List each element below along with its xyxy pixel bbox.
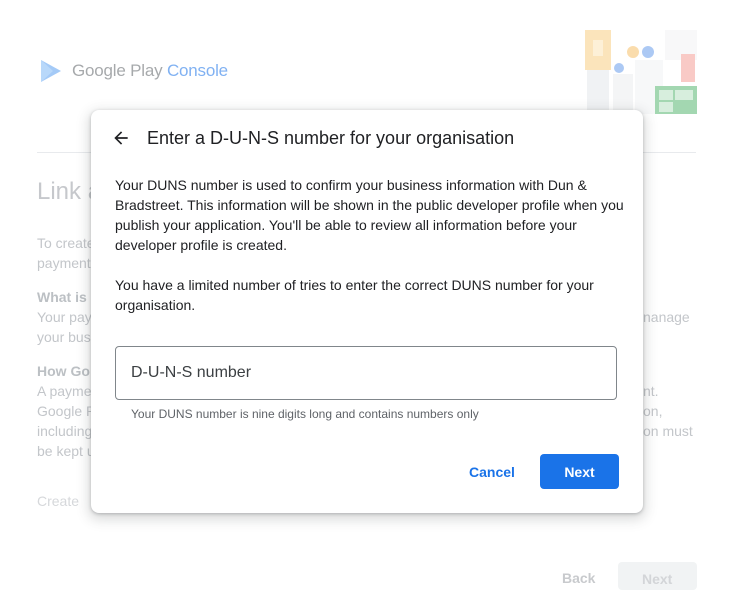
back-button[interactable] [109, 126, 133, 150]
bg-text-fragment: on, [643, 403, 663, 419]
arrow-back-icon [114, 131, 128, 145]
header-illustration [585, 30, 697, 114]
bg-text-line: including [37, 423, 93, 439]
bg-text-fragment: nanage [643, 309, 690, 325]
brand-product: Console [166, 61, 228, 80]
dialog-title: Enter a D-U-N-S number for your organisa… [147, 127, 515, 148]
bg-heading: How Go [37, 363, 90, 379]
play-logo-icon [41, 60, 61, 82]
bg-heading: What is [37, 289, 87, 305]
bg-text-line: Google P [37, 403, 96, 419]
tries-warning: You have a limited number of tries to en… [115, 277, 594, 313]
dialog-header: Enter a D-U-N-S number for your organisa… [109, 126, 514, 150]
bg-text-line: your bus [37, 329, 91, 345]
bg-text-line: A payme [37, 383, 92, 399]
bg-text-fragment: on must [643, 423, 693, 439]
bg-next-button: Next [618, 562, 697, 590]
duns-dialog: Enter a D-U-N-S number for your organisa… [91, 110, 643, 513]
duns-input[interactable] [131, 347, 601, 399]
play-console-logo: Google Play Console [38, 58, 228, 84]
bg-text-fragment: nt. [643, 383, 659, 399]
bg-text-line: To create [37, 235, 95, 251]
duns-description: Your DUNS number is used to confirm your… [115, 177, 624, 253]
bg-next-label: Next [642, 571, 673, 587]
duns-helper-text: Your DUNS number is nine digits long and… [131, 407, 479, 421]
next-button[interactable]: Next [540, 454, 619, 489]
cancel-button[interactable]: Cancel [458, 455, 526, 489]
duns-field[interactable] [115, 346, 617, 400]
bg-text-line: be kept u [37, 443, 95, 459]
brand-name: Google Play [72, 61, 163, 80]
bg-text-line: Your pay [37, 309, 92, 325]
bg-text-line: payment [37, 255, 91, 271]
bg-back-button: Back [562, 570, 596, 586]
bg-create-link: Create [37, 493, 80, 509]
